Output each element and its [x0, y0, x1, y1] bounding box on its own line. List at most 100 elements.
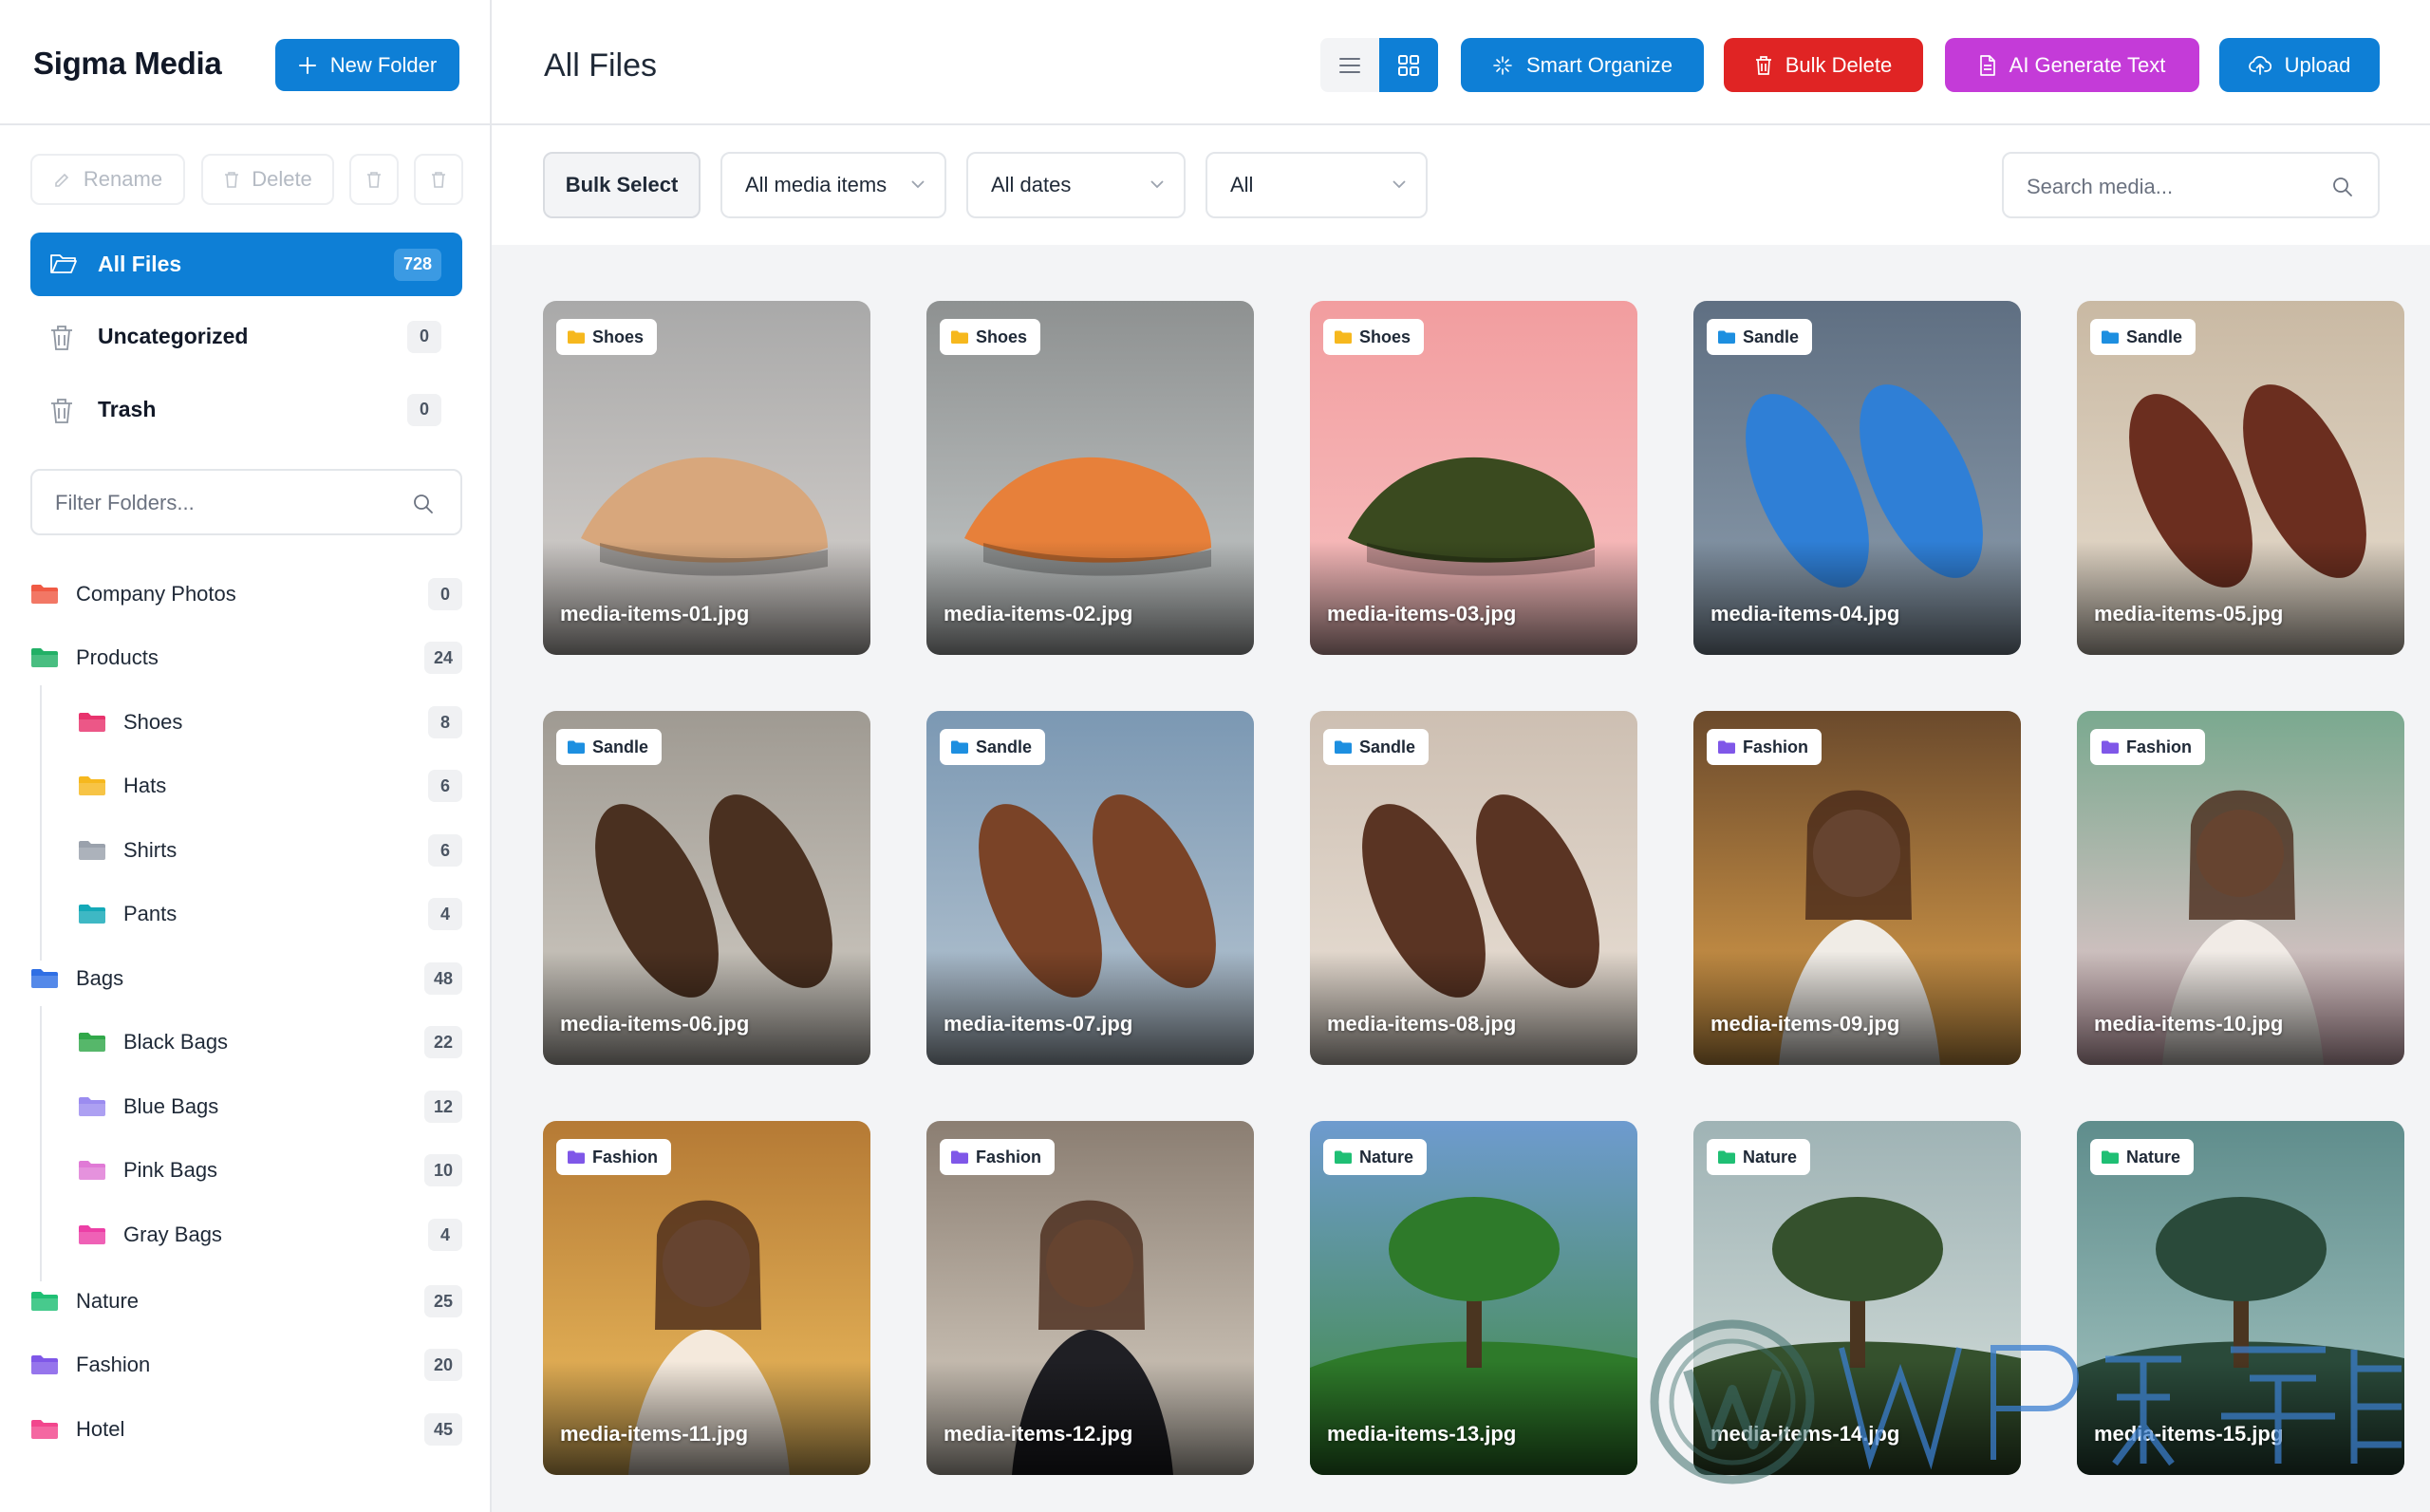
folder-tag: Sandle: [1323, 729, 1430, 765]
upload-button[interactable]: Upload: [2219, 38, 2380, 92]
plus-icon: [298, 56, 316, 74]
file-name: media-items-02.jpg: [944, 602, 1133, 625]
rename-button[interactable]: Rename: [30, 154, 185, 205]
nav-uncategorized[interactable]: Uncategorized 0: [30, 305, 462, 368]
folder-products[interactable]: Products 24: [30, 634, 462, 681]
folder-shirts[interactable]: Shirts 6: [78, 827, 462, 874]
count-badge: 12: [423, 1091, 462, 1123]
count-badge: 20: [423, 1349, 462, 1381]
folder-label: Products: [76, 645, 159, 669]
media-card[interactable]: Sandle media-items-04.jpg: [1693, 301, 2021, 655]
media-card[interactable]: Nature media-items-14.jpg: [1693, 1121, 2021, 1475]
folder-icon: [31, 585, 58, 604]
folder-tag: Nature: [1323, 1139, 1428, 1175]
caption-shade: [1693, 951, 2021, 1065]
folder-icon: [568, 330, 585, 344]
top-bar: All Files Smart Organize Bulk Delete AI …: [492, 0, 2430, 125]
edit-icon: [55, 173, 69, 187]
folder-icon: [79, 1161, 105, 1180]
file-name: media-items-08.jpg: [1327, 1012, 1517, 1036]
count-badge: 25: [423, 1285, 462, 1317]
search-media-field[interactable]: [2002, 152, 2380, 218]
folder-tag: Fashion: [940, 1139, 1056, 1175]
dates-value: All dates: [991, 173, 1072, 196]
nav-trash[interactable]: Trash 0: [30, 378, 462, 441]
media-card[interactable]: Shoes media-items-02.jpg: [926, 301, 1254, 655]
nav-label: Uncategorized: [98, 324, 249, 348]
media-card[interactable]: Sandle media-items-06.jpg: [543, 711, 870, 1065]
nav-all-files[interactable]: All Files 728: [30, 233, 462, 296]
folder-label: Hotel: [76, 1417, 125, 1441]
folder-shoes[interactable]: Shoes 8: [78, 699, 462, 746]
media-card[interactable]: Fashion media-items-10.jpg: [2077, 711, 2404, 1065]
folder-tag: Shoes: [940, 319, 1041, 355]
folder-nature[interactable]: Nature 25: [30, 1278, 462, 1325]
media-card[interactable]: Sandle media-items-08.jpg: [1310, 711, 1637, 1065]
folder-tag-label: Fashion: [592, 1147, 659, 1167]
folder-tag: Fashion: [1707, 729, 1822, 765]
folder-bags[interactable]: Bags 48: [30, 955, 462, 1002]
folder-label: Company Photos: [76, 582, 236, 606]
folder-pants[interactable]: Pants 4: [78, 890, 462, 938]
delete-folder-button[interactable]: [349, 154, 399, 205]
new-folder-button[interactable]: New Folder: [275, 39, 459, 91]
media-card[interactable]: Nature media-items-13.jpg: [1310, 1121, 1637, 1475]
folder-icon: [951, 1150, 968, 1164]
folder-tag-label: Nature: [1743, 1147, 1798, 1167]
folder-pink-bags[interactable]: Pink Bags 10: [78, 1147, 462, 1194]
folder-icon: [31, 1355, 58, 1374]
trash-icon: [225, 172, 239, 188]
media-card[interactable]: Shoes media-items-01.jpg: [543, 301, 870, 655]
media-card[interactable]: Sandle media-items-07.jpg: [926, 711, 1254, 1065]
bulk-select-button[interactable]: Bulk Select: [543, 152, 701, 218]
media-card[interactable]: Fashion media-items-12.jpg: [926, 1121, 1254, 1475]
media-card[interactable]: Nature media-items-15.jpg: [2077, 1121, 2404, 1475]
media-card[interactable]: Shoes media-items-03.jpg: [1310, 301, 1637, 655]
media-type-dropdown[interactable]: All media items: [720, 152, 946, 218]
trash-icon: [51, 326, 72, 350]
list-view-toggle[interactable]: [1320, 38, 1379, 92]
filter-folders-field[interactable]: [30, 469, 462, 535]
folder-black-bags[interactable]: Black Bags 22: [78, 1018, 462, 1066]
media-card[interactable]: Fashion media-items-11.jpg: [543, 1121, 870, 1475]
filter-folders-input[interactable]: [55, 488, 397, 518]
caption-shade: [543, 951, 870, 1065]
dates-dropdown[interactable]: All dates: [966, 152, 1186, 218]
folder-blue-bags[interactable]: Blue Bags 12: [78, 1083, 462, 1130]
folder-label: Bags: [76, 966, 124, 990]
count-badge: 22: [423, 1026, 462, 1058]
search-icon: [414, 495, 433, 513]
folder-tag: Shoes: [1323, 319, 1425, 355]
folder-icon: [79, 905, 105, 924]
folder-hotel[interactable]: Hotel 45: [30, 1406, 462, 1453]
folder-icon: [2102, 1150, 2119, 1164]
folder-dropdown[interactable]: All: [1206, 152, 1428, 218]
folder-icon: [31, 969, 58, 988]
folder-hats[interactable]: Hats 6: [78, 762, 462, 810]
media-card[interactable]: Fashion media-items-09.jpg: [1693, 711, 2021, 1065]
caption-shade: [926, 1361, 1254, 1475]
file-name: media-items-15.jpg: [2094, 1422, 2284, 1446]
folder-gray-bags[interactable]: Gray Bags 4: [78, 1211, 462, 1259]
folder-icon: [79, 1033, 105, 1052]
folder-icon: [2102, 740, 2119, 754]
page-title: All Files: [544, 47, 658, 84]
caption-shade: [1310, 541, 1637, 655]
folder-icon: [568, 740, 585, 754]
search-media-input[interactable]: [2027, 172, 2330, 202]
ai-generate-text-button[interactable]: AI Generate Text: [1945, 38, 2199, 92]
folder-tag-label: Nature: [1359, 1147, 1414, 1167]
grid-view-toggle[interactable]: [1379, 38, 1438, 92]
caption-shade: [543, 541, 870, 655]
folder-tag-label: Sandle: [592, 737, 649, 756]
nav-label: All Files: [98, 252, 182, 276]
media-card[interactable]: Sandle media-items-05.jpg: [2077, 301, 2404, 655]
smart-organize-button[interactable]: Smart Organize: [1461, 38, 1704, 92]
folder-fashion[interactable]: Fashion 20: [30, 1341, 462, 1389]
folder-tag-label: Shoes: [1359, 327, 1411, 346]
bulk-delete-button[interactable]: Bulk Delete: [1724, 38, 1923, 92]
folder-company-photos[interactable]: Company Photos 0: [30, 570, 462, 618]
folder-tag: Shoes: [556, 319, 658, 355]
delete-button[interactable]: Delete: [201, 154, 334, 205]
empty-trash-button[interactable]: [414, 154, 463, 205]
